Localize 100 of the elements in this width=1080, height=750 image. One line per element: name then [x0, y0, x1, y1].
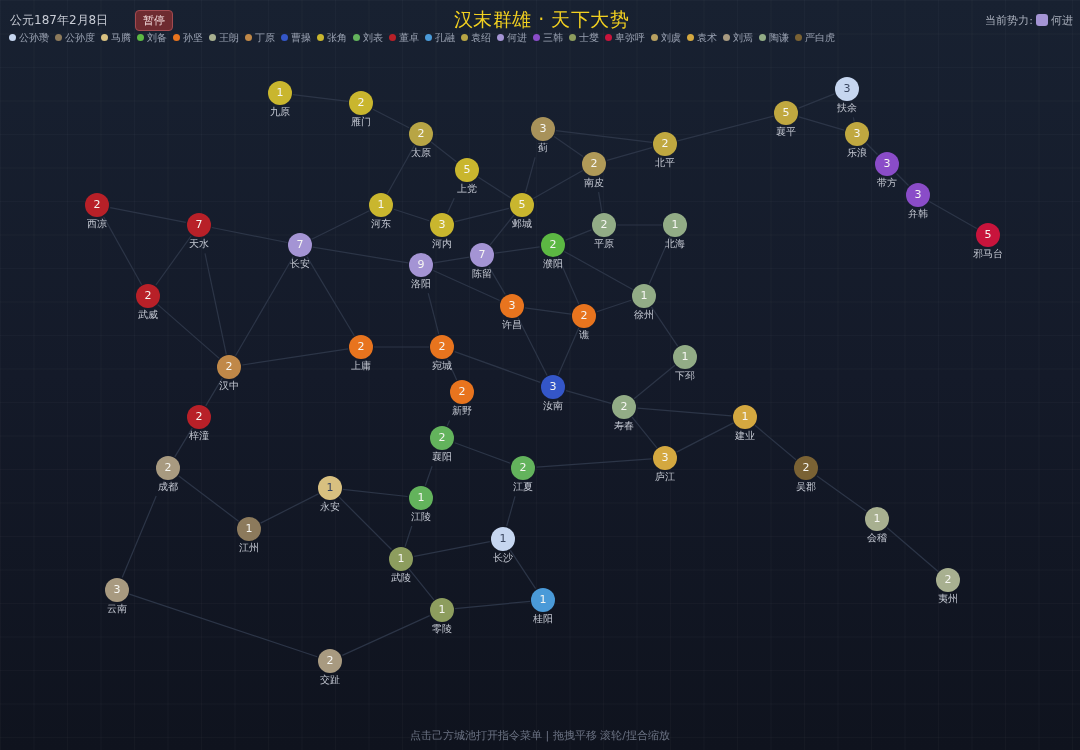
faction-name: 丁原 [255, 31, 275, 44]
faction-name: 袁术 [697, 31, 717, 44]
city-name: 河内 [432, 238, 452, 250]
city-marker[interactable]: 2 [430, 335, 454, 359]
road-line [454, 442, 511, 464]
faction-name: 刘焉 [733, 31, 753, 44]
city-marker[interactable]: 3 [845, 122, 869, 146]
city-name: 会稽 [867, 532, 887, 544]
city-marker[interactable]: 2 [409, 122, 433, 146]
city-marker[interactable]: 2 [582, 152, 606, 176]
city-name: 梓潼 [189, 430, 209, 442]
city-name: 建业 [735, 430, 755, 442]
road-line [446, 419, 451, 427]
road-line [477, 176, 512, 199]
city-marker[interactable]: 1 [663, 213, 687, 237]
city-name: 汝南 [543, 400, 563, 412]
city-name: 上党 [457, 183, 477, 195]
city-marker[interactable]: 3 [531, 117, 555, 141]
road-line [524, 307, 572, 315]
road-line [886, 527, 939, 573]
city-marker[interactable]: 1 [531, 588, 555, 612]
city-marker[interactable]: 5 [774, 101, 798, 125]
city-name: 北海 [665, 238, 685, 250]
faction-name: 严白虎 [805, 31, 835, 44]
city-marker[interactable]: 2 [318, 649, 342, 673]
city-marker[interactable]: 1 [632, 284, 656, 308]
city-marker[interactable]: 7 [187, 213, 211, 237]
road-line [865, 142, 879, 156]
city-marker[interactable]: 2 [430, 426, 454, 450]
city-marker[interactable]: 1 [865, 507, 889, 531]
city-name: 襄平 [776, 126, 796, 138]
city-name: 江夏 [513, 481, 533, 493]
city-marker[interactable]: 2 [217, 355, 241, 379]
city-name: 乐浪 [847, 147, 867, 159]
faction-name: 公孙瓒 [19, 31, 49, 44]
city-marker[interactable]: 1 [673, 345, 697, 369]
city-marker[interactable]: 3 [541, 375, 565, 399]
pause-button[interactable]: 暂停 [135, 9, 174, 31]
city-name: 许昌 [502, 319, 522, 331]
city-marker[interactable]: 7 [288, 233, 312, 257]
city-marker[interactable]: 2 [511, 456, 535, 480]
city-name: 洛阳 [411, 278, 431, 290]
city-marker[interactable]: 3 [430, 213, 454, 237]
road-line [633, 364, 676, 400]
road-line [895, 172, 910, 187]
current-faction-name: 何进 [1051, 12, 1073, 28]
city-marker[interactable]: 7 [470, 243, 494, 267]
city-marker[interactable]: 2 [592, 213, 616, 237]
city-marker[interactable]: 1 [389, 547, 413, 571]
city-name: 徐州 [634, 309, 654, 321]
city-name: 河东 [371, 218, 391, 230]
city-marker[interactable]: 5 [510, 193, 534, 217]
city-name: 蓟 [538, 142, 548, 154]
road-line [506, 495, 516, 527]
city-marker[interactable]: 2 [541, 233, 565, 257]
city-marker[interactable]: 2 [450, 380, 474, 404]
city-marker[interactable]: 3 [875, 152, 899, 176]
city-marker[interactable]: 1 [318, 476, 342, 500]
city-marker[interactable]: 2 [572, 304, 596, 328]
city-name: 邪马台 [973, 248, 1003, 260]
city-marker[interactable]: 3 [835, 77, 859, 101]
city-marker[interactable]: 3 [906, 183, 930, 207]
city-marker[interactable]: 3 [500, 294, 524, 318]
city-name: 成都 [158, 481, 178, 493]
city-marker[interactable]: 2 [156, 456, 180, 480]
city-marker[interactable]: 2 [653, 132, 677, 156]
city-marker[interactable]: 3 [653, 446, 677, 470]
city-marker[interactable]: 3 [105, 578, 129, 602]
city-marker[interactable]: 2 [136, 284, 160, 308]
city-name: 南皮 [584, 177, 604, 189]
city-marker[interactable]: 2 [794, 456, 818, 480]
city-marker[interactable]: 5 [976, 223, 1000, 247]
city-marker[interactable]: 1 [430, 598, 454, 622]
city-marker[interactable]: 9 [409, 253, 433, 277]
city-marker[interactable]: 2 [187, 405, 211, 429]
city-marker[interactable]: 2 [612, 395, 636, 419]
city-marker[interactable]: 2 [349, 91, 373, 115]
city-marker[interactable]: 1 [369, 193, 393, 217]
city-name: 永安 [320, 501, 340, 513]
city-name: 天水 [189, 238, 209, 250]
city-marker[interactable]: 5 [455, 158, 479, 182]
city-marker[interactable]: 1 [268, 81, 292, 105]
faction-name: 张角 [327, 31, 347, 44]
city-marker[interactable]: 1 [237, 517, 261, 541]
city-marker[interactable]: 2 [85, 193, 109, 217]
faction-name: 刘表 [363, 31, 383, 44]
city-marker[interactable]: 2 [349, 335, 373, 359]
city-marker[interactable]: 2 [936, 568, 960, 592]
city-name: 庐江 [655, 471, 675, 483]
city-marker[interactable]: 1 [409, 486, 433, 510]
city-name: 宛城 [432, 360, 452, 372]
city-marker[interactable]: 1 [733, 405, 757, 429]
city-name: 武陵 [391, 572, 411, 584]
faction-name: 刘备 [147, 31, 167, 44]
city-marker[interactable]: 1 [491, 527, 515, 551]
faction-name: 董卓 [399, 31, 419, 44]
city-name: 吴郡 [796, 481, 816, 493]
road-line [430, 141, 457, 163]
faction-name: 王朗 [219, 31, 239, 44]
city-name: 武威 [138, 309, 158, 321]
